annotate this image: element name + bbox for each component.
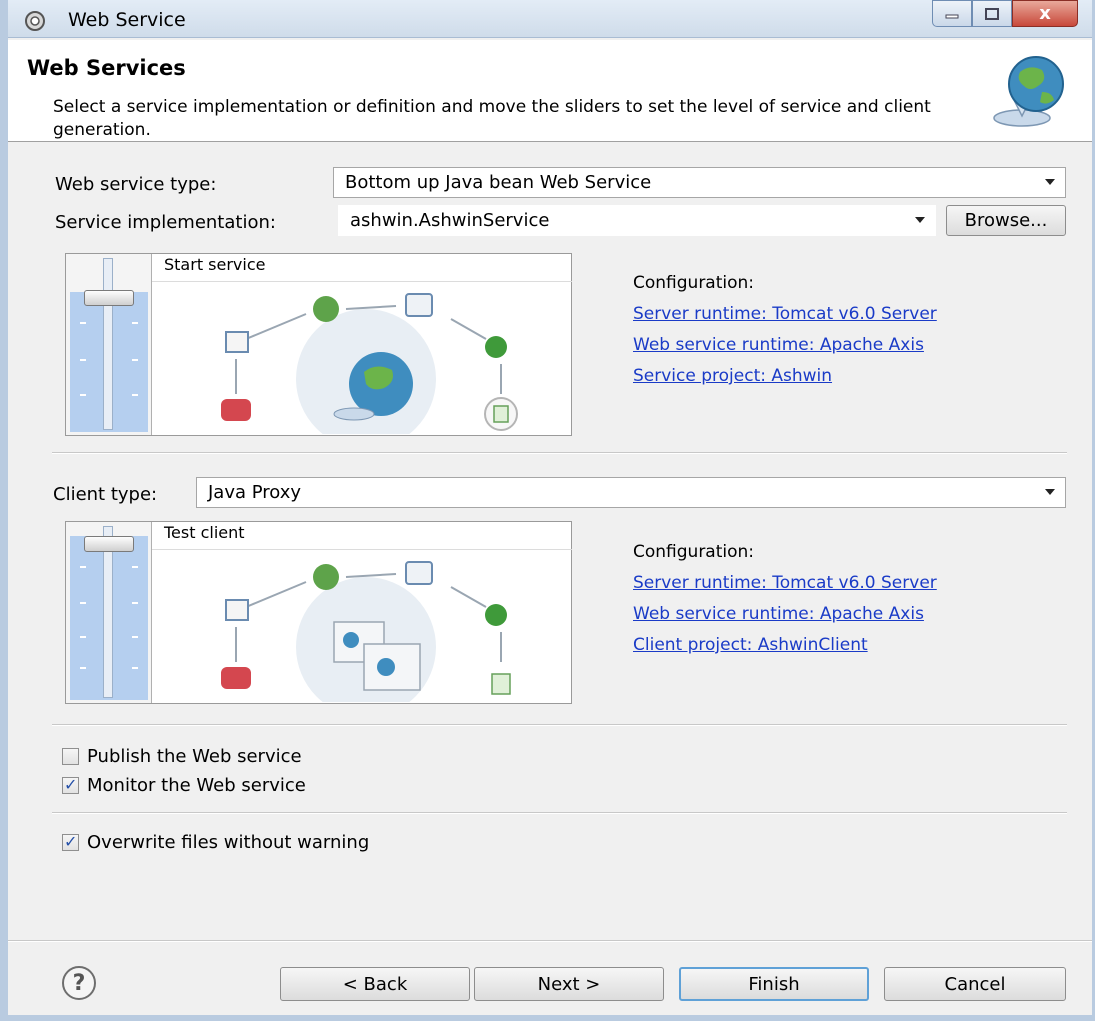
close-icon: x [1039,3,1051,24]
monitor-option[interactable]: Monitor the Web service [62,775,306,796]
service-config-heading: Configuration: [633,273,755,293]
divider [52,812,1067,814]
maximize-icon [985,7,999,20]
client-slider-thumb[interactable] [84,536,134,552]
help-icon[interactable]: ? [62,966,96,1000]
client-slider-panel: Test client [65,521,572,704]
slider-tick [132,602,138,604]
web-service-type-select[interactable]: Bottom up Java bean Web Service [333,167,1066,198]
service-slider-caption: Start service [164,255,266,274]
divider [152,549,572,550]
divider [52,724,1067,726]
service-implementation-label: Service implementation: [55,212,276,233]
overwrite-checkbox[interactable] [62,832,79,851]
next-button[interactable]: Next > [474,967,664,1001]
chevron-down-icon [1045,489,1055,495]
client-config-heading: Configuration: [633,542,755,562]
slider-tick [80,566,86,568]
service-slider-thumb[interactable] [84,290,134,306]
slider-tick [80,602,86,604]
client-ws-runtime-link[interactable]: Web service runtime: Apache Axis [633,599,937,630]
client-type-select[interactable]: Java Proxy [196,477,1066,508]
slider-tick [80,359,86,361]
service-server-runtime-link[interactable]: Server runtime: Tomcat v6.0 Server [633,299,937,330]
browse-button[interactable]: Browse... [946,205,1066,236]
back-button[interactable]: < Back [280,967,470,1001]
client-type-value: Java Proxy [208,482,302,503]
window-title: Web Service [68,9,186,31]
web-services-globe-icon [993,56,1064,127]
publish-label: Publish the Web service [87,746,302,767]
close-button[interactable]: x [1012,0,1078,27]
slider-tick [80,394,86,396]
gear-icon [25,11,45,31]
overwrite-option[interactable]: Overwrite files without warning [62,832,369,853]
service-ws-runtime-link[interactable]: Web service runtime: Apache Axis [633,330,937,361]
minimize-button[interactable] [932,0,972,27]
slider-tick [132,322,138,324]
web-service-type-value: Bottom up Java bean Web Service [345,172,652,193]
monitor-label: Monitor the Web service [87,775,306,796]
chevron-down-icon [915,217,925,223]
client-type-label: Client type: [53,484,158,505]
client-server-runtime-link[interactable]: Server runtime: Tomcat v6.0 Server [633,568,937,599]
minimize-icon [945,14,959,18]
slider-tick [132,566,138,568]
client-slider-caption: Test client [164,523,245,542]
start-service-diagram [221,293,518,434]
service-implementation-combo[interactable]: ashwin.AshwinService [338,205,936,236]
slider-tick [132,636,138,638]
test-client-diagram [221,561,511,702]
overwrite-label: Overwrite files without warning [87,832,370,853]
help-glyph: ? [72,970,86,996]
service-slider[interactable] [66,254,152,435]
slider-tick [132,359,138,361]
publish-option[interactable]: Publish the Web service [62,746,302,767]
client-configuration: Configuration: Server runtime: Tomcat v6… [633,537,937,661]
service-slider-rail [103,258,113,430]
divider [152,281,572,282]
page-description: Select a service implementation or defin… [53,97,931,140]
chevron-down-icon [1045,179,1055,185]
service-slider-panel: Start service [65,253,572,436]
service-implementation-value: ashwin.AshwinService [350,210,550,231]
service-configuration: Configuration: Server runtime: Tomcat v6… [633,268,937,392]
client-project-link[interactable]: Client project: AshwinClient [633,630,937,661]
client-slider[interactable] [66,522,152,703]
publish-checkbox[interactable] [62,748,79,765]
maximize-button[interactable] [972,0,1012,27]
slider-tick [132,667,138,669]
divider [8,940,1092,942]
page-title: Web Services [27,56,186,80]
slider-tick [132,394,138,396]
slider-tick [80,667,86,669]
cancel-button[interactable]: Cancel [884,967,1066,1001]
web-service-type-label: Web service type: [55,174,217,195]
slider-tick [80,636,86,638]
service-project-link[interactable]: Service project: Ashwin [633,361,937,392]
monitor-checkbox[interactable] [62,775,79,794]
divider [52,452,1067,454]
wizard-banner: Web Services Select a service implementa… [8,40,1092,142]
web-service-window: Web Service x Web Services Select a serv… [0,0,1095,1021]
slider-tick [80,322,86,324]
finish-button[interactable]: Finish [679,967,869,1001]
title-bar: Web Service x [8,0,1092,38]
